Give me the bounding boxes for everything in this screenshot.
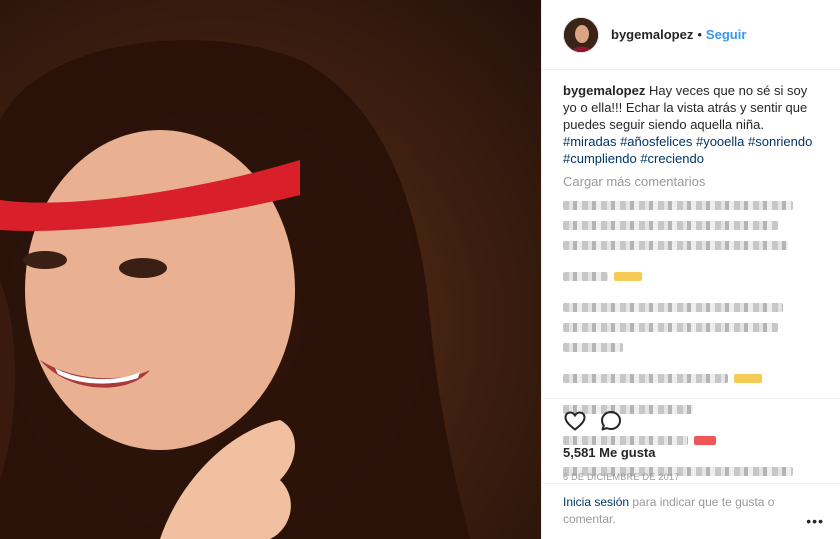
hashtag-link[interactable]: #creciendo: [640, 151, 704, 166]
hashtag-link[interactable]: #cumpliendo: [563, 151, 640, 166]
comment-bubble-icon[interactable]: [599, 409, 623, 433]
login-prompt: Inicia sesión para indicar que te gusta …: [542, 483, 840, 528]
follow-button[interactable]: Seguir: [706, 27, 746, 42]
caption-hashtags: #miradas #añosfelices #yooella #sonriend…: [563, 133, 820, 167]
avatar-image: [564, 17, 598, 52]
post-header: bygemalopez • Seguir: [542, 0, 840, 70]
blurred-comment: [563, 201, 820, 292]
heart-outline-icon[interactable]: [563, 409, 587, 433]
header-username[interactable]: bygemalopez: [611, 27, 693, 42]
post-photo[interactable]: [0, 0, 541, 539]
login-link[interactable]: Inicia sesión: [563, 495, 629, 509]
hashtag-link[interactable]: #miradas: [563, 134, 620, 149]
caption-username[interactable]: bygemalopez: [563, 83, 645, 98]
emoji-icon: [614, 272, 642, 281]
hashtag-link[interactable]: #yooella: [696, 134, 748, 149]
blurred-comment: [563, 303, 820, 352]
hashtag-link[interactable]: #añosfelices: [620, 134, 696, 149]
post-side-panel: bygemalopez • Seguir bygemalopez Hay vec…: [541, 0, 840, 539]
likes-count[interactable]: 5,581 Me gusta: [563, 445, 820, 460]
emoji-icon: [734, 374, 762, 383]
hashtag-link[interactable]: #sonriendo: [748, 134, 812, 149]
load-more-comments-button[interactable]: Cargar más comentarios: [563, 173, 820, 190]
more-options-icon[interactable]: •••: [806, 513, 824, 529]
blurred-comment: [563, 363, 820, 394]
photo-illustration: [0, 40, 470, 539]
post-date: 6 DE DICIEMBRE DE 2017: [563, 472, 680, 482]
post-actions: 5,581 Me gusta 6 DE DICIEMBRE DE 2017: [542, 398, 840, 482]
caption: bygemalopez Hay veces que no sé si soy y…: [563, 82, 820, 167]
avatar[interactable]: [563, 16, 599, 53]
header-separator: •: [697, 27, 702, 42]
